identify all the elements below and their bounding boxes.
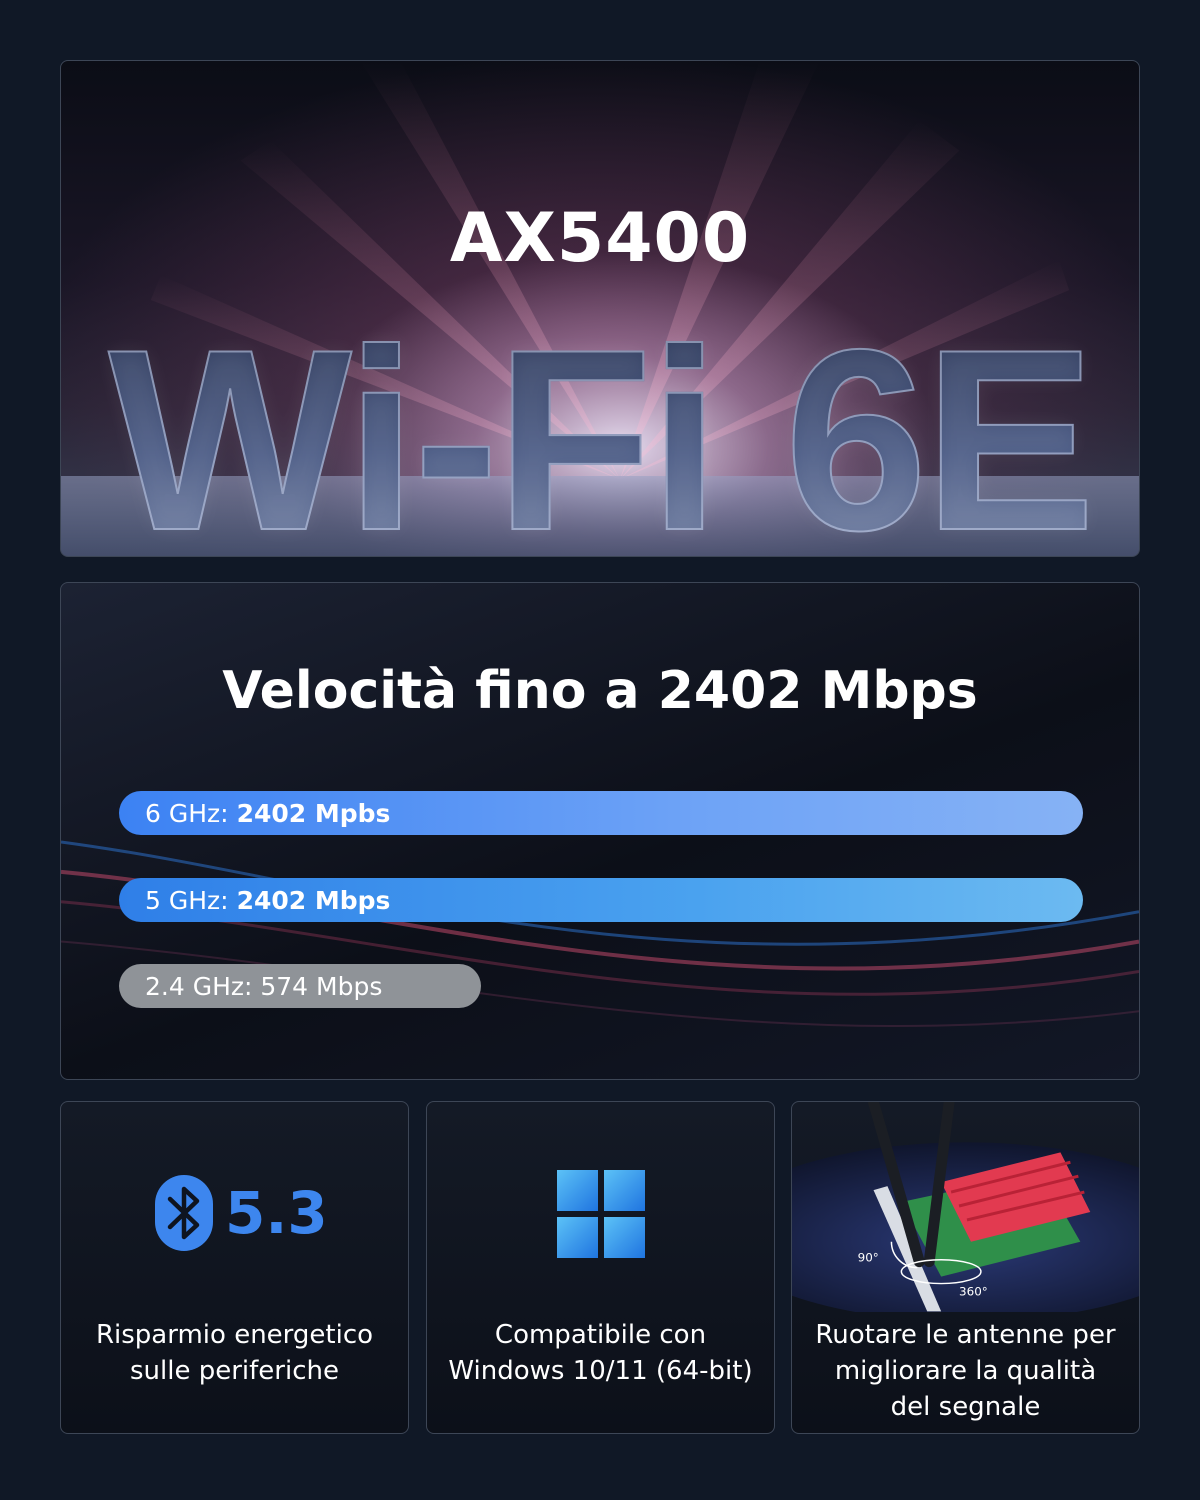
caption-line: sulle periferiche: [130, 1356, 339, 1386]
model-title: AX5400: [449, 199, 751, 278]
bluetooth-version: 5.3: [225, 1179, 328, 1247]
speed-bar-2-4ghz: 2.4 GHz: 574 Mbps: [119, 964, 481, 1008]
caption-line: Ruotare le antenne per: [815, 1320, 1116, 1350]
bar-band-label: 2.4 GHz: 574 Mbps: [145, 971, 383, 1001]
bar-value: 2402 Mpbs: [236, 798, 391, 828]
feature-card-windows: Compatibile con Windows 10/11 (64-bit): [426, 1101, 775, 1434]
bar-value: 2402 Mbps: [236, 885, 391, 915]
pcie-card-image: 90° 360°: [792, 1102, 1139, 1312]
antenna-caption: Ruotare le antenne per migliorare la qua…: [792, 1317, 1139, 1425]
speed-bar-6ghz: 6 GHz: 2402 Mpbs: [119, 791, 1083, 835]
caption-line: migliorare la qualità: [834, 1356, 1097, 1386]
speed-panel: Velocità fino a 2402 Mbps 6 GHz: 2402 Mp…: [60, 582, 1140, 1080]
hero-banner: AX5400 Wi-Fi 6E: [60, 60, 1140, 557]
bar-band-label: 6 GHz:: [145, 798, 229, 828]
wifi-standard-logo: Wi-Fi 6E: [61, 310, 1139, 557]
caption-line: Windows 10/11 (64-bit): [448, 1356, 753, 1386]
angle-360-label: 360°: [959, 1284, 988, 1298]
speed-bar-5ghz: 5 GHz: 2402 Mbps: [119, 878, 1083, 922]
speed-title: Velocità fino a 2402 Mbps: [222, 661, 978, 721]
bar-band-label: 5 GHz:: [145, 885, 229, 915]
bluetooth-caption: Risparmio energetico sulle periferiche: [61, 1317, 408, 1389]
angle-90-label: 90°: [858, 1251, 879, 1265]
feature-card-antenna: 90° 360° Ruotare le antenne per migliora…: [791, 1101, 1140, 1434]
caption-line: Risparmio energetico: [95, 1320, 374, 1350]
bluetooth-badge: 5.3: [155, 1175, 328, 1251]
caption-line: del segnale: [890, 1392, 1041, 1422]
feature-card-bluetooth: 5.3 Risparmio energetico sulle periferic…: [60, 1101, 409, 1434]
bluetooth-icon: [155, 1175, 213, 1251]
windows-icon: [557, 1170, 645, 1258]
caption-line: Compatibile con: [494, 1320, 707, 1350]
windows-caption: Compatibile con Windows 10/11 (64-bit): [427, 1317, 774, 1389]
